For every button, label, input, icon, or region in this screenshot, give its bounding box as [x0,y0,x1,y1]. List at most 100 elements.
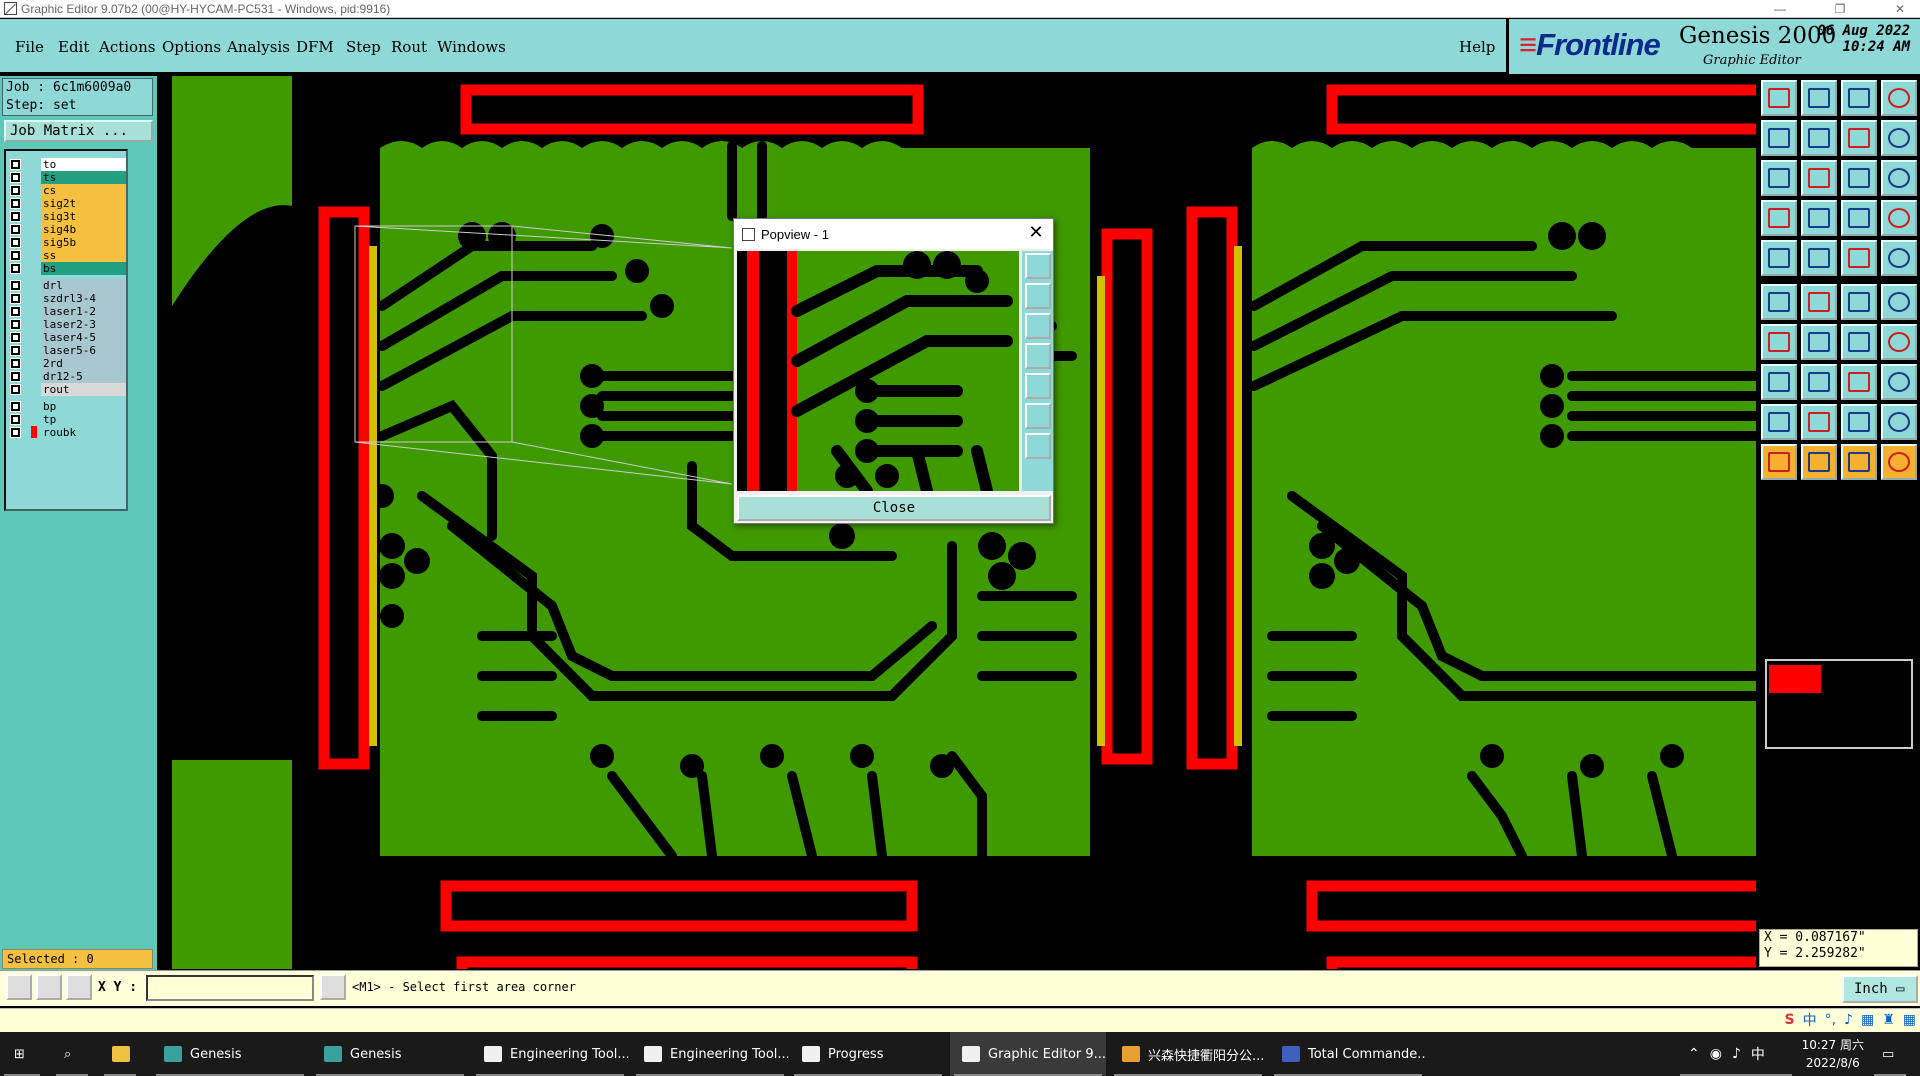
layer-checkbox[interactable] [10,279,21,291]
taskbar-item[interactable]: Genesis [312,1032,468,1076]
layer-row[interactable]: cs [10,183,126,197]
triangle-red-icon[interactable] [1761,404,1797,440]
taskbar-item[interactable]: Progress [790,1032,946,1076]
arch-icon[interactable] [1841,404,1877,440]
layer-row[interactable]: rout [10,382,126,396]
pointer-multi-icon[interactable] [1881,444,1917,480]
close-window-button[interactable]: ✕ [1880,0,1920,18]
layer-checkbox[interactable] [10,344,21,356]
ime-tray-indicator[interactable]: 中 [1751,1044,1765,1064]
mode-area-icon[interactable] [36,974,62,1000]
tray-icons[interactable]: ⌃ ◉ ♪ 中 [1676,1032,1796,1076]
menu-help[interactable]: Help [1459,38,1495,56]
layer-checkbox[interactable] [10,210,21,222]
layer-row[interactable]: ss [10,248,126,262]
taskbar-item[interactable]: Engineering Tool... [632,1032,788,1076]
popview-pan-right-icon[interactable] [1025,373,1051,399]
sogou-icon[interactable]: S [1784,1012,1794,1028]
taskbar-item[interactable]: Engineering Tool... [472,1032,628,1076]
center-icon[interactable] [1801,160,1837,196]
window-up-icon[interactable] [1761,80,1797,116]
layer-row[interactable]: dr12-5 [10,369,126,383]
layer-checkbox[interactable] [10,400,21,412]
triangle-icon[interactable] [1801,404,1837,440]
rotate-icon[interactable] [1841,324,1877,360]
window-left-icon[interactable] [1761,120,1797,156]
layer-row[interactable]: 2rd [10,356,126,370]
info-icon[interactable] [320,974,346,1000]
layer-row[interactable]: to [10,157,126,171]
popview-pan-left-icon[interactable] [1025,343,1051,369]
fit-icon[interactable] [1761,160,1797,196]
layer-row[interactable]: szdrl3-4 [10,291,126,305]
menu-step[interactable]: Step [346,38,381,56]
start-icon[interactable]: ⊞ [0,1032,44,1076]
arch-alt-icon[interactable] [1881,404,1917,440]
sort-icon[interactable] [1881,120,1917,156]
layer-row[interactable]: ts [10,170,126,184]
layer-checkbox[interactable] [10,262,21,274]
ruler-icon[interactable] [1841,240,1877,276]
keyboard-icon[interactable]: ▦ [1861,1012,1874,1028]
measure-blue-icon[interactable] [1881,200,1917,236]
ime-mode-indicator[interactable]: 中 [1803,1010,1817,1030]
measure-red-icon[interactable] [1841,200,1877,236]
menu-dfm[interactable]: DFM [296,38,334,56]
copy-icon[interactable] [1761,364,1797,400]
menu-analysis[interactable]: Analysis [227,38,290,56]
ime-toolbar[interactable]: S 中 °, ♪ ▦ ♜ ▦ [1784,1010,1916,1030]
layer-checkbox[interactable] [10,158,21,170]
menu-actions[interactable]: Actions [99,38,155,56]
layer-checkbox[interactable] [10,249,21,261]
layer-checkbox[interactable] [10,292,21,304]
pointer-round-icon[interactable] [1841,444,1877,480]
layer-checkbox[interactable] [10,305,21,317]
minimize-button[interactable]: — [1760,0,1800,18]
popview-zoom-icon[interactable] [1025,253,1051,279]
line-icon[interactable] [1801,324,1837,360]
network-icon[interactable]: ◉ [1710,1046,1722,1062]
array-icon[interactable] [1881,364,1917,400]
grid-toggle-icon[interactable] [66,974,92,1000]
line-red-icon[interactable] [1801,240,1837,276]
shirt-icon[interactable]: ♜ [1882,1012,1895,1028]
maximize-button[interactable]: ❐ [1820,0,1860,18]
layer-checkbox[interactable] [10,370,21,382]
system-clock[interactable]: 10:27 周六 2022/8/6 [1802,1036,1864,1072]
microphone-icon[interactable]: ♪ [1844,1012,1853,1028]
volume-icon[interactable]: ♪ [1732,1046,1741,1062]
layer-row[interactable]: tp [10,412,126,426]
home-icon[interactable] [1841,80,1877,116]
circle-icon[interactable] [1881,240,1917,276]
taskbar-item[interactable]: Graphic Editor 9.... [950,1032,1106,1076]
layer-row[interactable]: laser5-6 [10,343,126,357]
taskbar-item[interactable]: Total Commande... [1270,1032,1426,1076]
punctuation-icon[interactable]: °, [1825,1012,1836,1028]
align-icon[interactable] [1841,364,1877,400]
layer-checkbox[interactable] [10,413,21,425]
node-icon[interactable] [1761,284,1797,320]
connect-icon[interactable] [1841,284,1877,320]
pad-icon[interactable] [1761,240,1797,276]
help-tool-icon[interactable] [1881,160,1917,196]
arc-icon[interactable] [1881,284,1917,320]
menu-file[interactable]: File [15,38,44,56]
notification-icon[interactable]: ▭ [1870,1032,1910,1076]
layer-row[interactable]: sig2t [10,196,126,210]
flip-icon[interactable] [1881,324,1917,360]
taskbar-item[interactable]: Genesis [152,1032,308,1076]
layer-checkbox[interactable] [10,236,21,248]
popview-zoom-in-icon[interactable] [1025,403,1051,429]
pointer-icon[interactable] [1761,444,1797,480]
chevron-up-icon[interactable]: ⌃ [1688,1046,1700,1062]
mode-select-icon[interactable] [6,974,32,1000]
popview-close-button[interactable]: Close [737,495,1051,521]
layer-checkbox[interactable] [10,171,21,183]
overview-minimap[interactable] [1765,659,1913,749]
slope-icon[interactable] [1761,324,1797,360]
popview-close-icon[interactable]: ✕ [1023,222,1049,246]
cross-icon[interactable] [1801,284,1837,320]
search-icon[interactable]: ⌕ [52,1032,92,1076]
menu-options[interactable]: Options [162,38,221,56]
scale-1to2-icon[interactable] [1841,160,1877,196]
